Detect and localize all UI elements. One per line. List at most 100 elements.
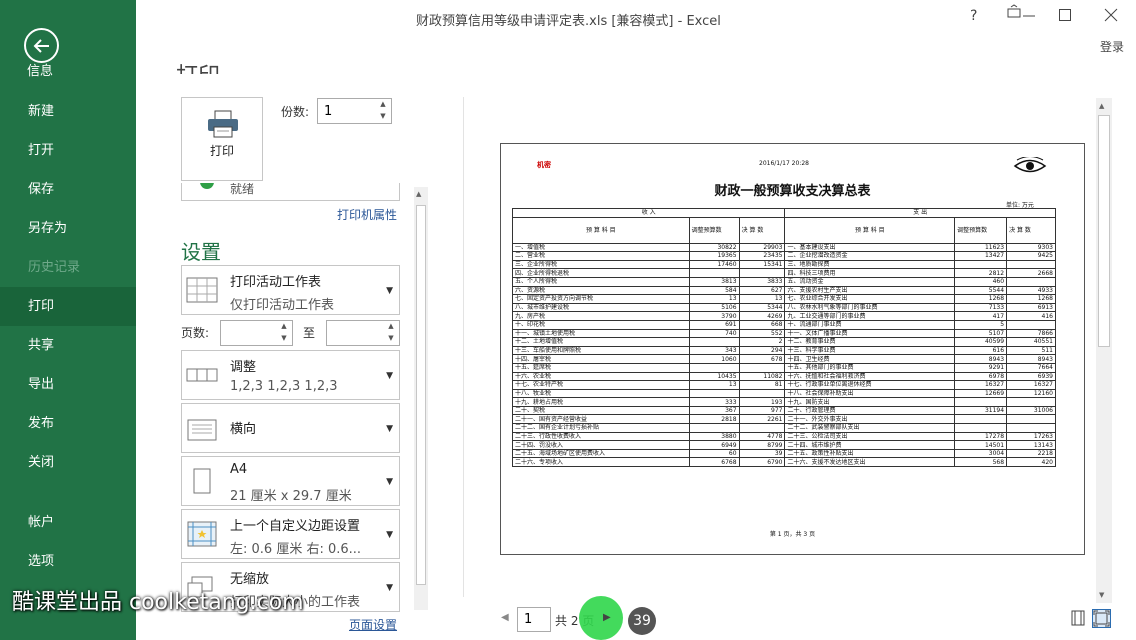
page-number-input[interactable]: 1 — [517, 607, 551, 632]
scroll-up-icon[interactable]: ▲ — [416, 190, 421, 198]
secret-label: 机密 — [537, 161, 551, 169]
table-cell: 九、房产税 — [512, 311, 690, 321]
nav-print[interactable]: 打印 — [0, 287, 136, 326]
table-cell: 十五、其他部门的事业费 — [784, 362, 956, 373]
table-cell: 十八、社会保障补助支出 — [784, 388, 956, 399]
table-cell: 7866 — [1006, 328, 1056, 339]
table-cell: 678 — [738, 354, 786, 364]
ribbon-display-icon — [1007, 4, 1021, 18]
table-row: 十九、耕地占用税 333 193 十九、国防支出 — [512, 397, 1056, 407]
table-cell: 六、支援农村生产支出 — [784, 285, 956, 296]
paper-title: A4 — [230, 462, 248, 477]
nav-save[interactable]: 保存 — [0, 170, 136, 209]
table-cell: 5106 — [688, 302, 740, 313]
pages-from-input[interactable]: ▲ ▼ — [220, 320, 293, 346]
print-what-dropdown[interactable]: 打印活动工作表 仅打印活动工作表 ▼ — [181, 265, 400, 315]
preview-scrollbar[interactable]: ▲ ▼ — [1096, 98, 1112, 603]
nav-open[interactable]: 打开 — [0, 131, 136, 170]
close-icon — [1104, 8, 1118, 22]
print-preview-page: 机密 2016/1/17 20:28 财政一般预算收支决算总表 单位: 万元 收… — [500, 143, 1085, 555]
table-row: 二十四、罚没收入 6949 8799 二十四、城市维护费 14501 13143 — [512, 440, 1056, 450]
copies-stepper[interactable]: 1 ▲ ▼ — [317, 98, 392, 124]
nav-account[interactable]: 帐户 — [0, 503, 136, 542]
table-cell: 2218 — [1006, 448, 1056, 459]
spin-up-icon[interactable]: ▲ — [278, 322, 290, 330]
print-button[interactable]: 打印 — [181, 97, 263, 181]
table-row: 四、企业所得税退税 四、科技三项费用 2812 2668 — [512, 268, 1056, 278]
spin-up-icon[interactable]: ▲ — [377, 100, 389, 108]
table-cell: 二十一、外交外事支出 — [784, 414, 956, 425]
spin-down-icon[interactable]: ▼ — [385, 334, 397, 342]
nav-export[interactable]: 导出 — [0, 365, 136, 404]
table-cell: 10435 — [688, 371, 740, 382]
table-cell: 1268 — [954, 294, 1008, 304]
sheet-grid-icon — [186, 277, 218, 303]
table-cell: 一、增值税 — [512, 242, 690, 253]
table-cell — [738, 268, 786, 278]
next-page-icon[interactable]: ▶ — [603, 612, 611, 623]
nav-info[interactable]: 信息 — [0, 52, 136, 91]
pages-to-input[interactable]: ▲ ▼ — [326, 320, 400, 346]
table-cell: 668 — [738, 319, 786, 330]
table-cell: 29903 — [738, 242, 786, 253]
table-cell — [1006, 397, 1056, 407]
margins-dropdown[interactable]: 上一个自定义边距设置 左: 0.6 厘米 右: 0.6... ▼ — [181, 509, 400, 559]
maximize-button[interactable] — [1058, 8, 1072, 26]
spin-up-icon[interactable]: ▲ — [385, 322, 397, 330]
spin-down-icon[interactable]: ▼ — [377, 112, 389, 120]
table-cell: 一、基本建设支出 — [784, 242, 956, 253]
table-cell: 二十五、政策性补贴支出 — [784, 448, 956, 459]
orientation-dropdown[interactable]: 横向 ▼ — [181, 403, 400, 453]
table-row: 十、印花税 691 668 十、流通部门事业费 5 — [512, 319, 1056, 330]
table-cell: 二十四、城市维护费 — [784, 440, 956, 450]
table-cell: 二十二、国有企业计划亏损补贴 — [512, 423, 690, 433]
table-cell: 7664 — [1006, 362, 1056, 373]
nav-save-as[interactable]: 另存为 — [0, 209, 136, 248]
zoom-to-page-button[interactable] — [1092, 609, 1111, 628]
prev-page-icon[interactable]: ◀ — [501, 612, 509, 623]
nav-options[interactable]: 选项 — [0, 542, 136, 581]
table-cell: 11623 — [954, 242, 1008, 253]
ribbon-display-button[interactable] — [1006, 4, 1022, 24]
nav-publish[interactable]: 发布 — [0, 404, 136, 443]
table-cell: 6768 — [688, 457, 740, 468]
table-cell: 3833 — [738, 276, 786, 287]
scrollbar-thumb[interactable] — [1098, 115, 1110, 347]
scroll-up-icon[interactable]: ▲ — [1099, 102, 1104, 110]
table-cell — [738, 362, 786, 373]
page-setup-link[interactable]: 页面设置 — [349, 616, 397, 633]
scroll-down-icon[interactable]: ▼ — [1099, 591, 1104, 599]
table-cell: 6978 — [954, 371, 1008, 382]
table-cell — [1006, 319, 1056, 330]
table-cell: 552 — [738, 328, 786, 339]
printer-selector[interactable]: 就绪 — [181, 183, 400, 201]
paper-size-dropdown[interactable]: A4 21 厘米 x 29.7 厘米 ▼ — [181, 456, 400, 506]
close-window-button[interactable] — [1104, 8, 1118, 26]
table-cell: 2261 — [738, 414, 786, 425]
table-cell: 9291 — [954, 362, 1008, 373]
spin-down-icon[interactable]: ▼ — [278, 334, 290, 342]
table-row: 六、资源税 584 627 六、支援农村生产支出 5544 4933 — [512, 285, 1056, 296]
table-cell: 740 — [688, 328, 740, 339]
collate-dropdown[interactable]: 调整 1,2,3 1,2,3 1,2,3 ▼ — [181, 350, 400, 400]
nav-share[interactable]: 共享 — [0, 326, 136, 365]
table-cell: 8799 — [738, 440, 786, 450]
table-cell: 四、科技三项费用 — [784, 268, 956, 278]
pages-to-label: 至 — [303, 326, 316, 340]
nav-close[interactable]: 关闭 — [0, 443, 136, 482]
show-margins-button[interactable] — [1070, 610, 1086, 626]
table-cell: 417 — [954, 311, 1008, 321]
help-button[interactable]: ? — [970, 8, 977, 24]
table-cell: 568 — [954, 457, 1008, 468]
settings-scrollbar[interactable]: ▲ — [414, 187, 428, 610]
login-link[interactable]: 登录 — [1100, 38, 1124, 55]
nav-new[interactable]: 新建 — [0, 92, 136, 131]
scrollbar-thumb[interactable] — [416, 205, 426, 585]
backstage-nav: 信息 新建 打开 保存 另存为 历史记录 打印 共享 导出 发布 关闭 帐户 选… — [0, 0, 136, 640]
table-cell: 9303 — [1006, 242, 1056, 253]
minimize-button[interactable] — [1022, 8, 1036, 26]
table-cell: 23435 — [738, 251, 786, 261]
printer-properties-link[interactable]: 打印机属性 — [337, 206, 397, 223]
table-cell: 5344 — [738, 302, 786, 313]
title-bar: 财政预算信用等级申请评定表.xls [兼容模式] - Excel ? — [136, 0, 1136, 36]
